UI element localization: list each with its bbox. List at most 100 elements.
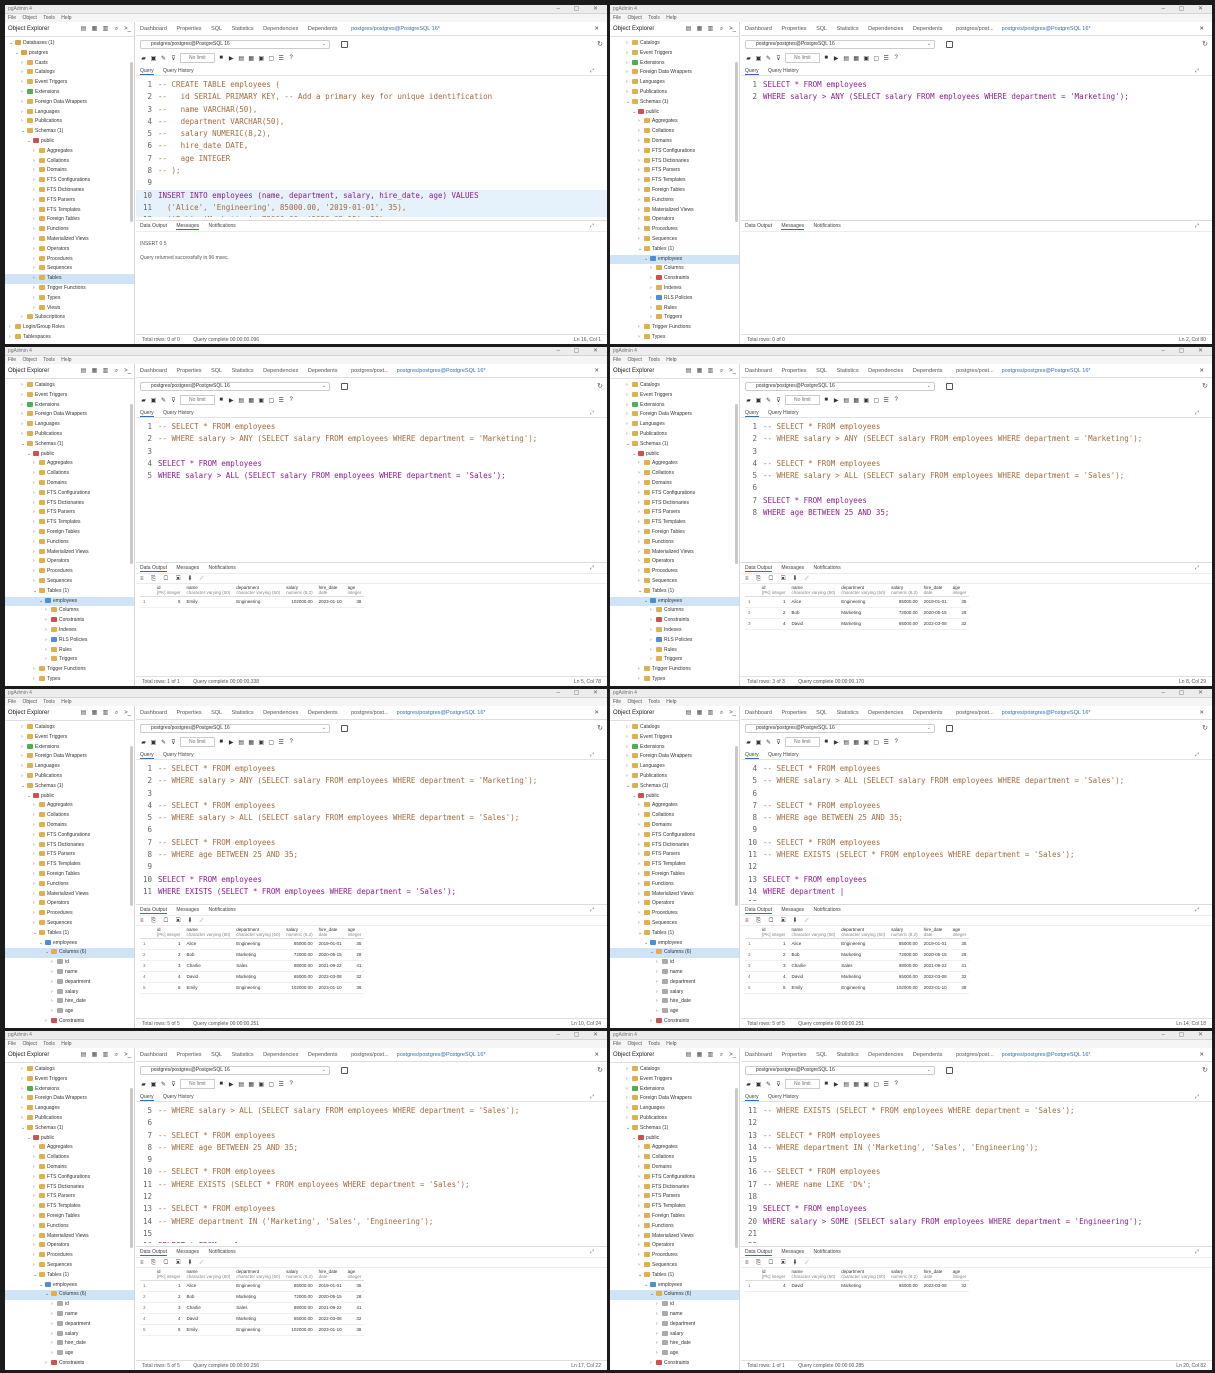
- table-cell[interactable]: 4: [759, 618, 789, 630]
- grid-icon[interactable]: ▥: [707, 1052, 714, 1059]
- tree-node[interactable]: › Types: [5, 294, 134, 304]
- tree-node[interactable]: › Extensions: [610, 743, 739, 753]
- tree-node[interactable]: ⌄ Schemas (1): [5, 127, 134, 137]
- tab-sql[interactable]: SQL: [812, 706, 831, 719]
- refresh-icon[interactable]: ↻: [597, 1066, 603, 1074]
- tree-node[interactable]: › Event Triggers: [610, 1075, 739, 1085]
- tree-node[interactable]: › Trigger Functions: [5, 284, 134, 294]
- tree-node[interactable]: ⌄ Tables (1): [610, 587, 739, 597]
- table-cell[interactable]: 2: [759, 607, 789, 619]
- save-file-icon[interactable]: ▣: [150, 397, 157, 404]
- sql-editor[interactable]: 1 -- SELECT * FROM employees 2 -- WHERE sal…: [136, 421, 607, 559]
- grid-icon[interactable]: ▥: [707, 710, 714, 717]
- tree-node[interactable]: › FTS Configurations: [610, 831, 739, 841]
- tab-dependencies[interactable]: Dependencies: [864, 1048, 907, 1061]
- sql-editor[interactable]: 5 -- WHERE salary > ALL (SELECT salary FR…: [136, 1105, 607, 1243]
- code-line[interactable]: 14 -- WHERE department IN ('Marketing', '…: [136, 1216, 607, 1228]
- macros-icon[interactable]: ☰: [883, 1081, 890, 1088]
- explain-analyze-icon[interactable]: ▦: [248, 397, 255, 404]
- menu-file[interactable]: File: [613, 699, 621, 705]
- tab-properties[interactable]: Properties: [777, 706, 810, 719]
- table-cell[interactable]: 35: [949, 938, 970, 950]
- explain-analyze-icon[interactable]: ▦: [853, 397, 860, 404]
- tree-node[interactable]: › Languages: [610, 78, 739, 88]
- table-cell[interactable]: Marketing: [838, 1280, 889, 1292]
- rollback-icon[interactable]: ▢: [268, 739, 275, 746]
- macros-icon[interactable]: ☰: [278, 55, 285, 62]
- tree-node[interactable]: › Publications: [5, 117, 134, 127]
- table-cell[interactable]: 28: [344, 1291, 365, 1303]
- close-tab-icon[interactable]: ✕: [590, 706, 603, 719]
- code-line[interactable]: 18: [741, 1191, 1212, 1203]
- tree-node[interactable]: › FTS Dictionaries: [610, 499, 739, 509]
- code-line[interactable]: 3: [136, 446, 607, 458]
- tree-node[interactable]: › Procedures: [610, 225, 739, 235]
- tree-node[interactable]: › id: [5, 958, 134, 968]
- macros-icon[interactable]: ☰: [883, 55, 890, 62]
- explorer-scrollbar[interactable]: [130, 746, 133, 906]
- table-cell[interactable]: 4: [154, 971, 184, 983]
- table-cell[interactable]: 72000.00: [888, 949, 921, 961]
- tree-node[interactable]: › Functions: [610, 196, 739, 206]
- code-line[interactable]: 21: [741, 1228, 1212, 1240]
- code-line[interactable]: 13 SELECT * FROM employees: [741, 874, 1212, 886]
- grid-icon[interactable]: ▥: [707, 26, 714, 33]
- grid-icon[interactable]: ▥: [102, 1052, 109, 1059]
- tree-node[interactable]: › department: [610, 1320, 739, 1330]
- rollback-icon[interactable]: ▢: [873, 397, 880, 404]
- tree-node[interactable]: › Constraints: [610, 1359, 739, 1369]
- code-line[interactable]: 2 -- WHERE salary > ANY (SELECT salary FR…: [741, 433, 1212, 445]
- table-cell[interactable]: 2023-01-10: [315, 596, 345, 608]
- limit-select[interactable]: No limit: [180, 1079, 215, 1089]
- tree-node[interactable]: › Event Triggers: [5, 391, 134, 401]
- connection-select[interactable]: postgres/postgres@PostgreSQL 16 ⌄: [140, 382, 330, 391]
- table-cell[interactable]: Engineering: [233, 1280, 284, 1292]
- tree-node[interactable]: ⌄ postgres: [5, 49, 134, 59]
- column-header[interactable]: name character varying (50): [183, 926, 234, 939]
- tree-node[interactable]: › Foreign Data Wrappers: [610, 1094, 739, 1104]
- connection-select[interactable]: postgres/postgres@PostgreSQL 16 ⌄: [745, 1066, 935, 1075]
- menu-file[interactable]: File: [8, 699, 16, 705]
- column-header[interactable]: id [PK] integer: [759, 584, 789, 597]
- table-cell[interactable]: 1: [154, 1280, 184, 1292]
- code-line[interactable]: 16 -- SELECT * FROM employees: [741, 1166, 1212, 1178]
- tree-node[interactable]: › Foreign Tables: [610, 1212, 739, 1222]
- connection-select[interactable]: postgres/postgres@PostgreSQL 16 ⌄: [140, 724, 330, 733]
- tree-node[interactable]: › Catalogs: [610, 381, 739, 391]
- filter-icon[interactable]: ⊽: [775, 397, 782, 404]
- expand-icon[interactable]: ⤢: [590, 66, 594, 76]
- limit-select[interactable]: No limit: [785, 53, 820, 63]
- limit-select[interactable]: No limit: [785, 737, 820, 747]
- code-line[interactable]: 8 -- );: [136, 165, 607, 177]
- code-line[interactable]: 7 SELECT * FROM employees: [741, 495, 1212, 507]
- tree-node[interactable]: ⌄ public: [610, 1134, 739, 1144]
- tree-node[interactable]: › Publications: [5, 772, 134, 782]
- table-cell[interactable]: 2019-01-01: [920, 596, 950, 608]
- tab-properties[interactable]: Properties: [777, 364, 810, 377]
- search-icon[interactable]: ⌕: [718, 1052, 725, 1059]
- tree-node[interactable]: › Types: [610, 333, 739, 343]
- tree-node[interactable]: › Foreign Tables: [610, 528, 739, 538]
- terminal-icon[interactable]: >_: [729, 710, 736, 717]
- tree-node[interactable]: › FTS Configurations: [5, 176, 134, 186]
- menu-file[interactable]: File: [8, 15, 16, 21]
- tab-sql[interactable]: SQL: [812, 1048, 831, 1061]
- column-header[interactable]: age integer: [344, 584, 365, 597]
- menu-help[interactable]: Help: [61, 357, 71, 363]
- tree-node[interactable]: › Operators: [5, 1241, 134, 1251]
- tree-node[interactable]: › FTS Parsers: [610, 508, 739, 518]
- tab-query-history[interactable]: Query History: [768, 1094, 799, 1100]
- table-row[interactable]: 5 5 Emily Engineering 102000.00 2023-01-10 38: [140, 1324, 365, 1336]
- code-line[interactable]: 3: [136, 788, 607, 800]
- column-header[interactable]: age integer: [949, 926, 970, 939]
- tab-notifications[interactable]: Notifications: [814, 1249, 841, 1255]
- tab-messages[interactable]: Messages: [176, 907, 199, 913]
- table-cell[interactable]: Emily: [183, 982, 234, 994]
- menu-object[interactable]: Object: [627, 699, 641, 705]
- table-cell[interactable]: Bob: [183, 1291, 234, 1303]
- code-line[interactable]: 14 WHERE department |: [741, 886, 1212, 898]
- table-cell[interactable]: 32: [949, 618, 970, 630]
- tab-dependencies[interactable]: Dependencies: [864, 364, 907, 377]
- tab-query-tool[interactable]: postgres/postgres@PostgreSQL 16*: [998, 22, 1095, 35]
- tree-node[interactable]: › Functions: [610, 1222, 739, 1232]
